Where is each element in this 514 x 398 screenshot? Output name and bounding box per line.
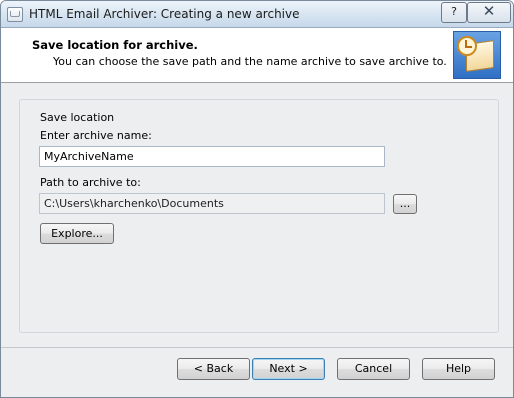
wizard-header: Save location for archive. You can choos… (1, 28, 513, 83)
explore-button[interactable]: Explore... (40, 223, 114, 244)
header-subtitle: You can choose the save path and the nam… (53, 55, 447, 68)
cancel-button[interactable]: Cancel (337, 358, 410, 380)
back-button[interactable]: < Back (177, 358, 250, 380)
header-title: Save location for archive. (32, 38, 198, 52)
next-button[interactable]: Next > (252, 358, 325, 380)
browse-button[interactable]: ... (393, 194, 417, 214)
archive-path-label: Path to archive to: (40, 176, 141, 189)
archive-clock-icon (453, 31, 501, 79)
archive-name-label: Enter archive name: (40, 129, 152, 142)
clock-icon (457, 36, 477, 56)
footer-divider (1, 347, 513, 348)
title-bar: HTML Email Archiver: Creating a new arch… (1, 1, 513, 28)
group-label: Save location (40, 111, 115, 124)
wizard-window: HTML Email Archiver: Creating a new arch… (0, 0, 514, 398)
help-button[interactable]: Help (422, 358, 495, 380)
title-help-button[interactable]: ? (441, 2, 467, 23)
window-title: HTML Email Archiver: Creating a new arch… (29, 7, 300, 21)
close-button[interactable]: ✕ (467, 2, 511, 23)
archive-path-input[interactable] (39, 193, 385, 214)
app-icon (7, 7, 23, 22)
archive-name-input[interactable] (39, 146, 385, 167)
